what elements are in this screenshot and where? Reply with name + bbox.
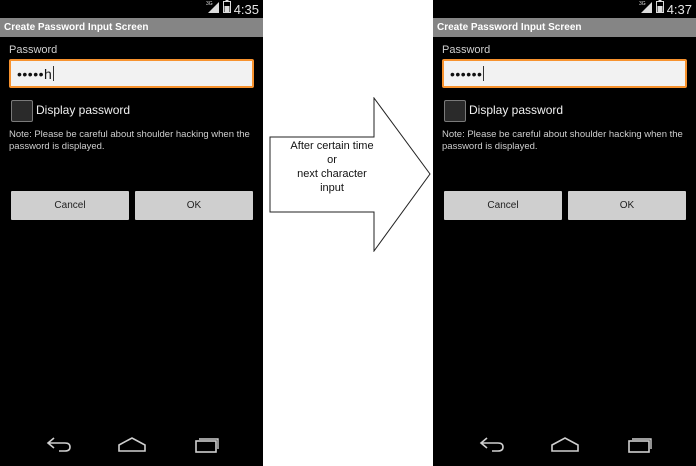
battery-icon [655, 0, 664, 18]
cancel-button[interactable]: Cancel [11, 191, 129, 220]
transition-arrow: After certain time or next character inp… [268, 97, 432, 252]
arrow-caption-line: After certain time [290, 140, 374, 152]
arrow-caption-line: or [327, 154, 337, 166]
arrow-caption-line: input [320, 182, 344, 194]
recent-apps-icon[interactable] [626, 434, 652, 459]
screen-title: Create Password Input Screen [0, 18, 263, 37]
clock: 4:37 [666, 1, 692, 17]
display-password-label[interactable]: Display password [36, 103, 130, 117]
home-icon[interactable] [550, 434, 580, 459]
svg-text:3G: 3G [206, 1, 213, 7]
arrow-caption: After certain time or next character inp… [268, 139, 396, 195]
warning-note: Note: Please be careful about shoulder h… [442, 129, 683, 152]
password-input[interactable]: •••••• [442, 59, 687, 88]
clock: 4:35 [233, 1, 259, 17]
display-password-checkbox[interactable] [444, 100, 466, 122]
battery-icon [222, 0, 231, 18]
display-password-label[interactable]: Display password [469, 103, 563, 117]
status-bar: 3G 4:37 [433, 0, 696, 18]
password-value: •••••h [17, 66, 53, 82]
left-phone-screen: 3G 4:35 Create Password Input Screen Pas… [0, 0, 263, 466]
signal-icon: 3G [206, 0, 220, 18]
password-value: •••••• [450, 66, 483, 82]
recent-apps-icon[interactable] [193, 434, 219, 459]
back-icon[interactable] [478, 434, 506, 459]
status-bar: 3G 4:35 [0, 0, 263, 18]
screen-title: Create Password Input Screen [433, 18, 696, 37]
ok-button[interactable]: OK [568, 191, 686, 220]
text-cursor [53, 66, 55, 81]
home-icon[interactable] [117, 434, 147, 459]
warning-note: Note: Please be careful about shoulder h… [9, 129, 250, 152]
navigation-bar [433, 426, 696, 466]
right-phone-screen: 3G 4:37 Create Password Input Screen Pas… [433, 0, 696, 466]
navigation-bar [0, 426, 263, 466]
svg-text:3G: 3G [639, 1, 646, 7]
cancel-button[interactable]: Cancel [444, 191, 562, 220]
ok-button[interactable]: OK [135, 191, 253, 220]
password-label: Password [442, 44, 491, 56]
password-label: Password [9, 44, 58, 56]
text-cursor [483, 66, 485, 81]
display-password-checkbox[interactable] [11, 100, 33, 122]
password-input[interactable]: •••••h [9, 59, 254, 88]
signal-icon: 3G [639, 0, 653, 18]
arrow-caption-line: next character [297, 168, 367, 180]
back-icon[interactable] [45, 434, 73, 459]
